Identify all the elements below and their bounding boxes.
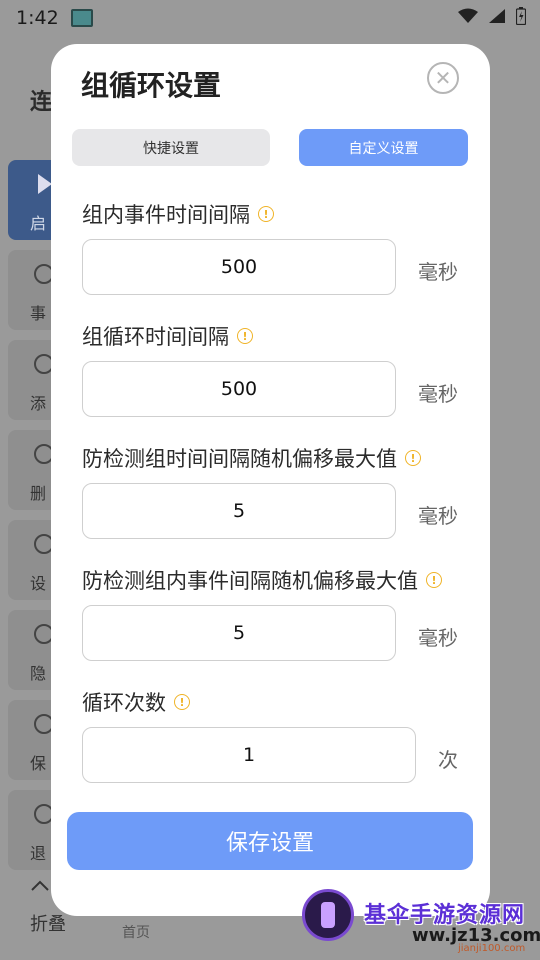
field-label: 组循环时间间隔 ! bbox=[82, 321, 253, 351]
save-settings-button[interactable]: 保存设置 bbox=[67, 812, 473, 870]
background-title: 连 bbox=[30, 90, 53, 115]
sidebar-item-label: 添 bbox=[30, 394, 47, 413]
play-icon bbox=[38, 174, 52, 194]
sidebar-item-label: 设 bbox=[30, 574, 47, 593]
sidebar-item-label: 启 bbox=[30, 214, 47, 233]
field-label-text: 循环次数 bbox=[82, 691, 166, 715]
info-icon[interactable]: ! bbox=[405, 450, 421, 466]
collapse-label[interactable]: 折叠 bbox=[30, 910, 66, 936]
sidebar-item-label: 删 bbox=[30, 484, 47, 503]
watermark-url-small: jianji100.com bbox=[458, 943, 526, 954]
tab-custom-settings[interactable]: 自定义设置 bbox=[299, 129, 468, 166]
status-bar: 1:42 bbox=[0, 0, 540, 36]
status-time: 1:42 bbox=[16, 7, 59, 29]
field-label: 防检测组内事件间隔随机偏移最大值 ! bbox=[82, 565, 442, 595]
loop-count-input[interactable]: 1 bbox=[82, 727, 416, 783]
event-interval-input[interactable]: 500 bbox=[82, 239, 396, 295]
sidebar-item-label: 隐 bbox=[30, 664, 47, 683]
event-offset-input[interactable]: 5 bbox=[82, 605, 396, 661]
close-icon: ✕ bbox=[434, 66, 452, 90]
watermark-logo-icon bbox=[302, 889, 354, 941]
signal-icon bbox=[488, 8, 506, 28]
unit-label: 次 bbox=[438, 748, 458, 772]
loop-interval-input[interactable]: 500 bbox=[82, 361, 396, 417]
sidebar-item-label: 事 bbox=[30, 304, 47, 323]
info-icon[interactable]: ! bbox=[258, 206, 274, 222]
dialog-title: 组循环设置 bbox=[81, 69, 222, 102]
field-label-text: 防检测组时间间隔随机偏移最大值 bbox=[82, 447, 397, 471]
field-label-text: 防检测组内事件间隔随机偏移最大值 bbox=[82, 569, 418, 593]
field-label: 循环次数 ! bbox=[82, 687, 190, 717]
unit-label: 毫秒 bbox=[418, 626, 458, 650]
home-tab[interactable]: 首页 bbox=[122, 922, 150, 942]
tab-quick-settings[interactable]: 快捷设置 bbox=[72, 129, 270, 166]
group-loop-settings-dialog: 组循环设置 ✕ 快捷设置 自定义设置 组内事件时间间隔 ! 500 毫秒 组循环… bbox=[51, 44, 490, 916]
info-icon[interactable]: ! bbox=[237, 328, 253, 344]
unit-label: 毫秒 bbox=[418, 260, 458, 284]
unit-label: 毫秒 bbox=[418, 504, 458, 528]
field-label-text: 组内事件时间间隔 bbox=[82, 203, 250, 227]
field-label-text: 组循环时间间隔 bbox=[82, 325, 229, 349]
sidebar-item-label: 退 bbox=[30, 844, 47, 863]
unit-label: 毫秒 bbox=[418, 382, 458, 406]
field-label: 组内事件时间间隔 ! bbox=[82, 199, 274, 229]
watermark: 基伞手游资源网 ww.jz13.com jianji100.com bbox=[302, 887, 540, 960]
info-icon[interactable]: ! bbox=[426, 572, 442, 588]
chevron-up-icon[interactable] bbox=[30, 876, 50, 897]
sidebar-item-label: 保 bbox=[30, 754, 47, 773]
app-notification-icon bbox=[70, 9, 93, 27]
battery-icon bbox=[515, 7, 527, 29]
wifi-icon bbox=[458, 8, 478, 28]
close-button[interactable]: ✕ bbox=[427, 62, 459, 94]
info-icon[interactable]: ! bbox=[174, 694, 190, 710]
field-label: 防检测组时间间隔随机偏移最大值 ! bbox=[82, 443, 421, 473]
group-offset-input[interactable]: 5 bbox=[82, 483, 396, 539]
